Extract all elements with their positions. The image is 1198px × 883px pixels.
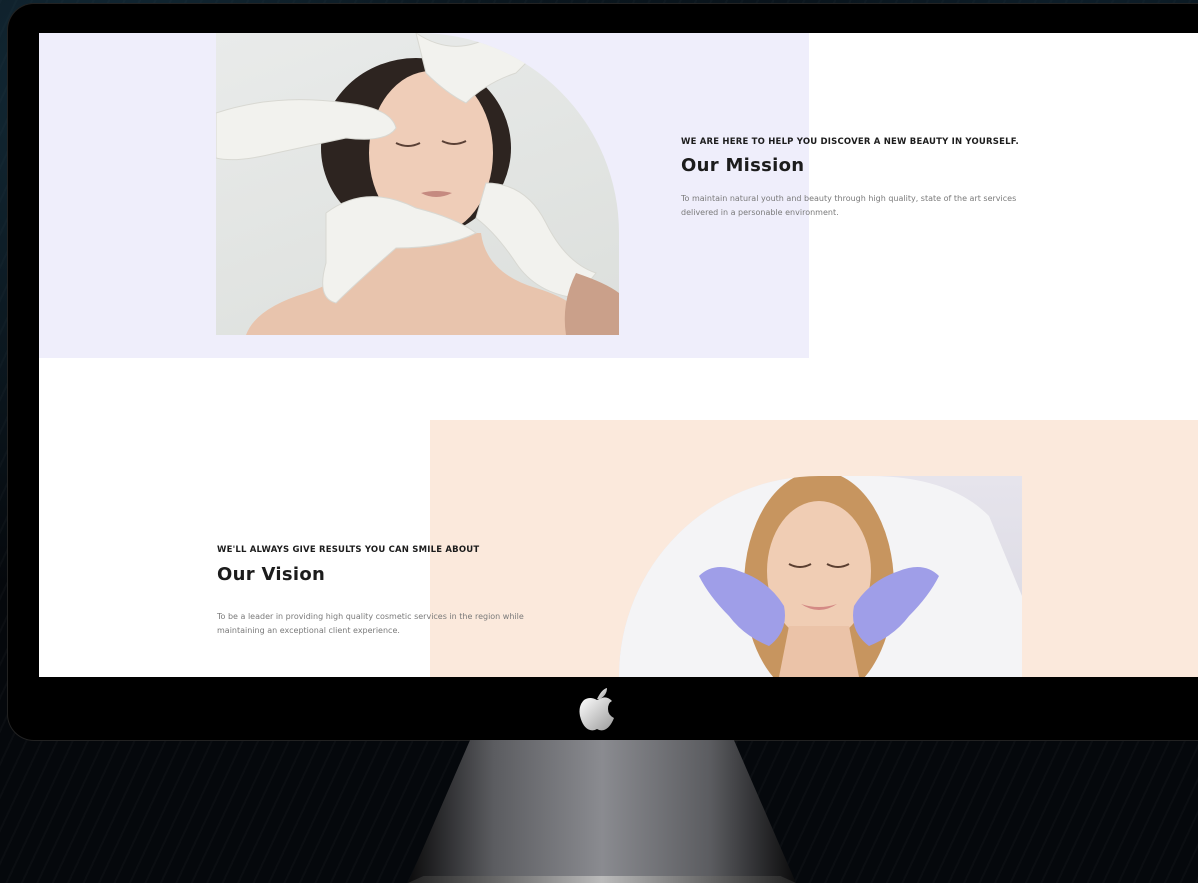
monitor-stand: [408, 740, 796, 883]
vision-description: To be a leader in providing high quality…: [217, 612, 524, 635]
vision-title: Our Vision: [217, 564, 326, 585]
apple-logo-icon: [579, 688, 614, 731]
mission-eyebrow: WE ARE HERE TO HELP YOU DISCOVER A NEW B…: [681, 137, 1019, 147]
monitor-stand-base: [408, 876, 796, 883]
vision-eyebrow: WE'LL ALWAYS GIVE RESULTS YOU CAN SMILE …: [217, 545, 480, 555]
website-screen: WE ARE HERE TO HELP YOU DISCOVER A NEW B…: [39, 33, 1198, 677]
mission-description: To maintain natural youth and beauty thr…: [681, 194, 1017, 217]
mission-title: Our Mission: [681, 155, 805, 176]
monitor-bezel: WE ARE HERE TO HELP YOU DISCOVER A NEW B…: [8, 4, 1198, 740]
